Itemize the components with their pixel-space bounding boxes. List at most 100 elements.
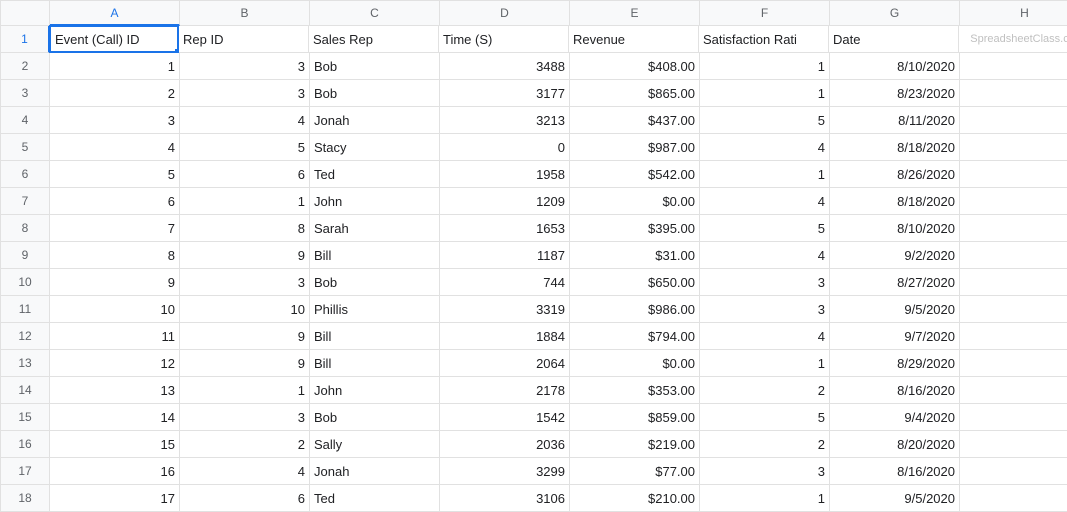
cell-F5[interactable]: 4	[700, 134, 830, 161]
cell-D17[interactable]: 3299	[440, 458, 570, 485]
cell-A3[interactable]: 2	[50, 80, 180, 107]
cell-G11[interactable]: 9/5/2020	[830, 296, 960, 323]
cell-E6[interactable]: $542.00	[570, 161, 700, 188]
cell-C18[interactable]: Ted	[310, 485, 440, 512]
cell-C2[interactable]: Bob	[310, 53, 440, 80]
cell-H6[interactable]	[960, 161, 1067, 188]
cell-A4[interactable]: 3	[50, 107, 180, 134]
cell-B16[interactable]: 2	[180, 431, 310, 458]
cell-G14[interactable]: 8/16/2020	[830, 377, 960, 404]
cell-F7[interactable]: 4	[700, 188, 830, 215]
cell-C9[interactable]: Bill	[310, 242, 440, 269]
cell-A7[interactable]: 6	[50, 188, 180, 215]
cell-G9[interactable]: 9/2/2020	[830, 242, 960, 269]
cell-D4[interactable]: 3213	[440, 107, 570, 134]
cell-H14[interactable]	[960, 377, 1067, 404]
cell-D3[interactable]: 3177	[440, 80, 570, 107]
cell-G18[interactable]: 9/5/2020	[830, 485, 960, 512]
row-header-7[interactable]: 7	[0, 188, 50, 215]
cell-F16[interactable]: 2	[700, 431, 830, 458]
cell-C12[interactable]: Bill	[310, 323, 440, 350]
cell-F11[interactable]: 3	[700, 296, 830, 323]
cell-E7[interactable]: $0.00	[570, 188, 700, 215]
cell-G1[interactable]: Date	[829, 26, 959, 53]
cell-G17[interactable]: 8/16/2020	[830, 458, 960, 485]
cell-E1[interactable]: Revenue	[569, 26, 699, 53]
cell-H4[interactable]	[960, 107, 1067, 134]
cell-B7[interactable]: 1	[180, 188, 310, 215]
cell-F18[interactable]: 1	[700, 485, 830, 512]
row-header-3[interactable]: 3	[0, 80, 50, 107]
cell-C15[interactable]: Bob	[310, 404, 440, 431]
cell-B9[interactable]: 9	[180, 242, 310, 269]
cell-D7[interactable]: 1209	[440, 188, 570, 215]
cell-E14[interactable]: $353.00	[570, 377, 700, 404]
cell-F8[interactable]: 5	[700, 215, 830, 242]
cell-B11[interactable]: 10	[180, 296, 310, 323]
cell-G2[interactable]: 8/10/2020	[830, 53, 960, 80]
col-header-A[interactable]: A	[50, 0, 180, 26]
cell-E9[interactable]: $31.00	[570, 242, 700, 269]
cell-B1[interactable]: Rep ID	[179, 26, 309, 53]
row-header-16[interactable]: 16	[0, 431, 50, 458]
cell-B6[interactable]: 6	[180, 161, 310, 188]
cell-A6[interactable]: 5	[50, 161, 180, 188]
cell-C17[interactable]: Jonah	[310, 458, 440, 485]
cell-F9[interactable]: 4	[700, 242, 830, 269]
cell-D12[interactable]: 1884	[440, 323, 570, 350]
cell-F2[interactable]: 1	[700, 53, 830, 80]
cell-B17[interactable]: 4	[180, 458, 310, 485]
cell-H15[interactable]	[960, 404, 1067, 431]
cell-C16[interactable]: Sally	[310, 431, 440, 458]
cell-E8[interactable]: $395.00	[570, 215, 700, 242]
cell-B14[interactable]: 1	[180, 377, 310, 404]
cell-F15[interactable]: 5	[700, 404, 830, 431]
cell-E11[interactable]: $986.00	[570, 296, 700, 323]
cell-G15[interactable]: 9/4/2020	[830, 404, 960, 431]
cell-D11[interactable]: 3319	[440, 296, 570, 323]
cell-B18[interactable]: 6	[180, 485, 310, 512]
cell-E15[interactable]: $859.00	[570, 404, 700, 431]
row-header-18[interactable]: 18	[0, 485, 50, 512]
cell-D10[interactable]: 744	[440, 269, 570, 296]
cell-E16[interactable]: $219.00	[570, 431, 700, 458]
row-header-14[interactable]: 14	[0, 377, 50, 404]
cell-H10[interactable]	[960, 269, 1067, 296]
cell-H3[interactable]	[960, 80, 1067, 107]
cell-C1[interactable]: Sales Rep	[309, 26, 439, 53]
row-header-2[interactable]: 2	[0, 53, 50, 80]
cell-H18[interactable]	[960, 485, 1067, 512]
cell-A16[interactable]: 15	[50, 431, 180, 458]
cell-A8[interactable]: 7	[50, 215, 180, 242]
cell-B12[interactable]: 9	[180, 323, 310, 350]
cell-G10[interactable]: 8/27/2020	[830, 269, 960, 296]
cell-B15[interactable]: 3	[180, 404, 310, 431]
cell-A14[interactable]: 13	[50, 377, 180, 404]
cell-E13[interactable]: $0.00	[570, 350, 700, 377]
cell-G12[interactable]: 9/7/2020	[830, 323, 960, 350]
cell-B4[interactable]: 4	[180, 107, 310, 134]
cell-H7[interactable]	[960, 188, 1067, 215]
cell-E4[interactable]: $437.00	[570, 107, 700, 134]
cell-G3[interactable]: 8/23/2020	[830, 80, 960, 107]
row-header-15[interactable]: 15	[0, 404, 50, 431]
row-header-4[interactable]: 4	[0, 107, 50, 134]
cell-H5[interactable]	[960, 134, 1067, 161]
cell-A17[interactable]: 16	[50, 458, 180, 485]
select-all-corner[interactable]	[0, 0, 50, 26]
col-header-H[interactable]: H	[960, 0, 1067, 26]
cell-C14[interactable]: John	[310, 377, 440, 404]
cell-C6[interactable]: Ted	[310, 161, 440, 188]
cell-E10[interactable]: $650.00	[570, 269, 700, 296]
cell-D15[interactable]: 1542	[440, 404, 570, 431]
cell-D5[interactable]: 0	[440, 134, 570, 161]
cell-F1[interactable]: Satisfaction Rati	[699, 26, 829, 53]
row-header-17[interactable]: 17	[0, 458, 50, 485]
cell-E5[interactable]: $987.00	[570, 134, 700, 161]
cell-G5[interactable]: 8/18/2020	[830, 134, 960, 161]
cell-G13[interactable]: 8/29/2020	[830, 350, 960, 377]
col-header-C[interactable]: C	[310, 0, 440, 26]
cell-G7[interactable]: 8/18/2020	[830, 188, 960, 215]
cell-A11[interactable]: 10	[50, 296, 180, 323]
cell-F4[interactable]: 5	[700, 107, 830, 134]
